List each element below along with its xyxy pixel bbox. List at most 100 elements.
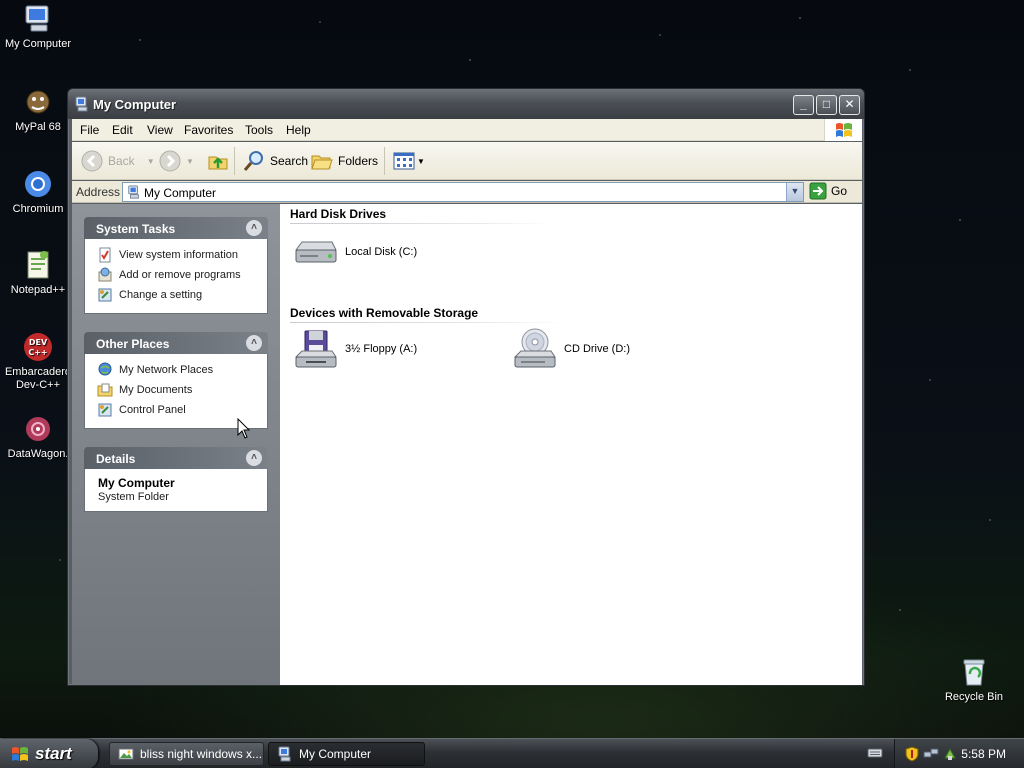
desktop-icon-label: Embarcadero Dev-C++ — [4, 366, 72, 391]
address-value: My Computer — [144, 186, 217, 200]
datawagon-icon — [26, 417, 50, 441]
recycle-bin-icon — [963, 659, 985, 686]
desktop-icon-mypal[interactable]: MyPal 68 — [0, 86, 76, 134]
collapse-chevron-icon[interactable]: ˄ — [246, 335, 262, 351]
system-info-icon — [99, 247, 111, 263]
network-icon[interactable] — [923, 746, 939, 762]
folders-label: Folders — [338, 154, 379, 168]
drive-local-disk-c[interactable]: Local Disk (C:) — [292, 228, 417, 276]
svg-text:C++: C++ — [28, 348, 47, 357]
my-computer-icon — [128, 185, 139, 199]
safely-remove-hardware-icon[interactable] — [942, 746, 958, 762]
menu-tools[interactable]: Tools — [245, 123, 273, 137]
notepad-plus-plus-icon — [27, 251, 49, 279]
panel-title: System Tasks — [96, 222, 176, 236]
floppy-drive-icon — [294, 330, 337, 368]
drive-label: CD Drive (D:) — [564, 343, 630, 355]
collapse-chevron-icon[interactable]: ˄ — [246, 450, 262, 466]
views-button[interactable]: ▼ — [392, 148, 425, 174]
chevron-down-icon: ▼ — [417, 156, 425, 166]
mypal-icon — [26, 90, 50, 114]
taskbar-item-bliss-night[interactable]: bliss night windows x... — [109, 742, 264, 766]
task-add-remove-programs[interactable]: Add or remove programs — [97, 265, 267, 285]
toolbar-separator — [234, 147, 235, 175]
chevron-down-icon: ▼ — [186, 156, 194, 166]
toolbar: Back ▼ ▼ Search Folders ▼ — [72, 142, 862, 180]
my-computer-icon — [75, 96, 88, 112]
details-header[interactable]: Details ˄ — [84, 447, 268, 469]
back-button[interactable]: Back ▼ — [80, 148, 155, 174]
other-places-panel: Other Places ˄ My Network Places My Docu… — [84, 332, 268, 429]
desktop-icon-datawagon[interactable]: DataWagon. — [0, 413, 76, 461]
address-dropdown-button[interactable]: ▼ — [786, 183, 803, 201]
menu-edit[interactable]: Edit — [112, 123, 133, 137]
panel-title: Details — [96, 452, 136, 466]
drive-label: Local Disk (C:) — [345, 246, 418, 258]
system-tasks-header[interactable]: System Tasks ˄ — [84, 217, 268, 239]
panel-title: Other Places — [96, 337, 170, 351]
my-computer-icon — [25, 5, 49, 32]
search-button[interactable]: Search — [242, 148, 308, 174]
address-bar: Address My Computer ▼ Go — [72, 181, 862, 203]
place-control-panel[interactable]: Control Panel — [97, 400, 267, 420]
windows-flag-icon — [836, 123, 852, 137]
system-tasks-panel: System Tasks ˄ View system information A… — [84, 217, 268, 314]
go-label: Go — [831, 184, 848, 198]
desktop-icon-devcpp[interactable]: DEV C++ Embarcadero Dev-C++ — [0, 331, 76, 392]
start-label: start — [35, 744, 72, 763]
place-label: Control Panel — [119, 404, 186, 416]
desktop-icon-my-computer[interactable]: My Computer — [0, 3, 76, 51]
search-label: Search — [270, 154, 309, 168]
minimize-button[interactable]: _ — [793, 95, 814, 115]
desktop-icon-label: Chromium — [12, 203, 64, 215]
desktop-icon-recycle-bin[interactable]: Recycle Bin — [936, 656, 1012, 704]
window-title: My Computer — [93, 97, 177, 112]
drive-floppy-a[interactable]: 3½ Floppy (A:) — [292, 325, 417, 373]
group-divider — [290, 322, 565, 323]
close-button[interactable]: ✕ — [839, 95, 860, 115]
collapse-chevron-icon[interactable]: ˄ — [246, 220, 262, 236]
forward-button[interactable]: ▼ — [158, 148, 194, 174]
folders-icon — [311, 155, 333, 170]
system-tray: 5:58 PM — [894, 739, 1024, 768]
hard-disk-icon — [295, 241, 337, 263]
title-bar[interactable]: My Computer _ □ ✕ — [68, 89, 864, 119]
folders-button[interactable]: Folders — [310, 148, 378, 174]
taskbar-item-my-computer[interactable]: My Computer — [268, 742, 425, 766]
maximize-button[interactable]: □ — [816, 95, 837, 115]
windows-flag-icon — [12, 747, 28, 761]
drive-cd-d[interactable]: CD Drive (D:) — [511, 325, 630, 373]
desktop-icon-label: DataWagon. — [7, 448, 69, 460]
group-divider — [290, 223, 552, 224]
menu-help[interactable]: Help — [286, 123, 311, 137]
details-panel: Details ˄ My Computer System Folder — [84, 447, 268, 512]
clock[interactable]: 5:58 PM — [961, 747, 1006, 761]
back-label: Back — [108, 154, 135, 168]
place-my-network-places[interactable]: My Network Places — [97, 360, 267, 380]
security-shield-icon[interactable] — [904, 746, 920, 762]
control-panel-icon — [98, 288, 112, 302]
menu-favorites[interactable]: Favorites — [184, 123, 233, 137]
place-my-documents[interactable]: My Documents — [97, 380, 267, 400]
chromium-icon — [25, 171, 51, 197]
desktop-icon-label: My Computer — [4, 38, 72, 50]
group-title-hard-disk-drives: Hard Disk Drives — [290, 207, 387, 221]
desktop-icon-chromium[interactable]: Chromium — [0, 168, 76, 216]
other-places-header[interactable]: Other Places ˄ — [84, 332, 268, 354]
go-button[interactable]: Go — [809, 182, 847, 200]
desktop-icon-notepad-plus-plus[interactable]: Notepad++ — [0, 249, 76, 297]
menu-view[interactable]: View — [147, 123, 173, 137]
place-label: My Network Places — [119, 364, 214, 376]
menu-file[interactable]: File — [80, 123, 99, 137]
my-documents-icon — [97, 383, 113, 397]
file-view: Hard Disk Drives Local Disk (C:) Devices… — [280, 204, 862, 685]
task-change-a-setting[interactable]: Change a setting — [97, 285, 267, 305]
address-input[interactable]: My Computer ▼ — [122, 182, 804, 202]
start-button[interactable]: start — [0, 739, 98, 768]
add-remove-programs-icon — [98, 267, 112, 282]
up-button[interactable] — [206, 148, 230, 174]
keyboard-language-icon[interactable] — [867, 745, 883, 761]
task-label: Add or remove programs — [119, 269, 241, 281]
task-view-system-information[interactable]: View system information — [97, 245, 267, 265]
task-label: View system information — [119, 249, 239, 261]
